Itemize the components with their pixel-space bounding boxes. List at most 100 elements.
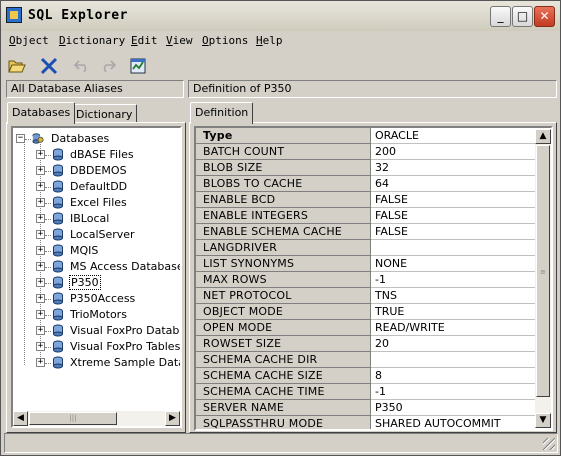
property-value[interactable]: 200 — [371, 144, 537, 160]
tree-item[interactable]: + Visual FoxPro Tables — [13, 339, 180, 355]
property-value[interactable]: READ/WRITE — [371, 320, 537, 336]
grid-row[interactable]: SCHEMA CACHE DIR — [196, 352, 537, 368]
property-value[interactable]: SHARED AUTOCOMMIT — [371, 416, 537, 429]
grid-row[interactable]: SCHEMA CACHE TIME -1 — [196, 384, 537, 400]
scroll-left-button[interactable]: ◀ — [13, 411, 28, 426]
tree-item[interactable]: + Excel Files — [13, 195, 180, 211]
grid-row[interactable]: BATCH COUNT 200 — [196, 144, 537, 160]
close-button[interactable]: ✕ — [534, 6, 555, 27]
grid-row[interactable]: ENABLE BCD FALSE — [196, 192, 537, 208]
tree-item[interactable]: + TrioMotors — [13, 307, 180, 323]
tree-item[interactable]: + MQIS — [13, 243, 180, 259]
database-tree[interactable]: − Databases + dBASE Files + DBDEMOS + Default… — [11, 126, 182, 428]
tree-item[interactable]: + Visual FoxPro Database — [13, 323, 180, 339]
expand-icon[interactable]: + — [36, 310, 45, 319]
collapse-icon[interactable]: − — [16, 134, 25, 143]
title-bar[interactable]: SQL Explorer _ □ ✕ — [1, 1, 560, 31]
expand-icon[interactable]: + — [36, 198, 45, 207]
expand-icon[interactable]: + — [36, 230, 45, 239]
expand-icon[interactable]: + — [36, 294, 45, 303]
expand-icon[interactable]: + — [36, 166, 45, 175]
maximize-button[interactable]: □ — [512, 6, 533, 27]
expand-icon[interactable]: + — [36, 182, 45, 191]
property-value[interactable]: ORACLE — [371, 128, 537, 144]
grid-row[interactable]: LANGDRIVER — [196, 240, 537, 256]
resize-grip[interactable] — [543, 438, 555, 450]
property-value[interactable]: TNS — [371, 288, 537, 304]
property-value[interactable]: FALSE — [371, 208, 537, 224]
scroll-thumb[interactable]: ||| — [29, 412, 117, 425]
scroll-right-button[interactable]: ▶ — [165, 411, 180, 426]
property-value[interactable]: NONE — [371, 256, 537, 272]
tree-item[interactable]: + LocalServer — [13, 227, 180, 243]
tree-item[interactable]: + P350 — [13, 275, 180, 291]
grid-row[interactable]: ENABLE INTEGERS FALSE — [196, 208, 537, 224]
scroll-thumb[interactable]: ≡ — [536, 145, 550, 397]
tab-definition[interactable]: Definition — [190, 102, 254, 124]
scroll-up-button[interactable]: ▲ — [535, 129, 551, 144]
undo-button[interactable] — [71, 55, 93, 77]
grid-row[interactable]: BLOBS TO CACHE 64 — [196, 176, 537, 192]
expand-icon[interactable]: + — [36, 358, 45, 367]
grid-row[interactable]: OPEN MODE READ/WRITE — [196, 320, 537, 336]
grid-row[interactable]: SCHEMA CACHE SIZE 8 — [196, 368, 537, 384]
menu-view[interactable]: View — [166, 34, 193, 47]
property-value[interactable]: FALSE — [371, 224, 537, 240]
apply-button[interactable] — [127, 55, 149, 77]
expand-icon[interactable]: + — [36, 262, 45, 271]
tab-databases[interactable]: Databases — [7, 102, 76, 124]
property-value[interactable]: -1 — [371, 384, 537, 400]
grid-row[interactable]: LIST SYNONYMS NONE — [196, 256, 537, 272]
grid-row[interactable]: BLOB SIZE 32 — [196, 160, 537, 176]
property-value[interactable] — [371, 240, 537, 256]
tab-dictionary[interactable]: Dictionary — [71, 104, 138, 124]
property-name: Type — [196, 128, 371, 144]
tree-horizontal-scrollbar[interactable]: ◀ ||| ▶ — [13, 411, 180, 426]
grid-row[interactable]: Type ORACLE — [196, 128, 537, 144]
expand-icon[interactable]: + — [36, 150, 45, 159]
menu-options[interactable]: Options — [202, 34, 248, 47]
tree-item-label: IBLocal — [70, 212, 110, 225]
grid-row[interactable]: NET PROTOCOL TNS — [196, 288, 537, 304]
tree-item[interactable]: + IBLocal — [13, 211, 180, 227]
menu-edit[interactable]: Edit — [131, 34, 158, 47]
property-value[interactable]: TRUE — [371, 304, 537, 320]
property-value[interactable]: 20 — [371, 336, 537, 352]
definition-grid[interactable]: Type ORACLE BATCH COUNT 200 BLOB SIZE 32 BLOBS… — [194, 126, 553, 431]
grid-row[interactable]: ROWSET SIZE 20 — [196, 336, 537, 352]
tree-item[interactable]: + DefaultDD — [13, 179, 180, 195]
tree-item[interactable]: + P350Access — [13, 291, 180, 307]
property-value[interactable]: FALSE — [371, 192, 537, 208]
grid-row[interactable]: ENABLE SCHEMA CACHE FALSE — [196, 224, 537, 240]
expand-icon[interactable]: + — [36, 342, 45, 351]
expand-icon[interactable]: + — [36, 214, 45, 223]
grid-row[interactable]: SQLPASSTHRU MODE SHARED AUTOCOMMIT — [196, 416, 537, 429]
property-value[interactable]: P350 — [371, 400, 537, 416]
redo-button[interactable] — [97, 55, 119, 77]
tree-item[interactable]: + DBDEMOS — [13, 163, 180, 179]
property-value[interactable]: 64 — [371, 176, 537, 192]
menu-dictionary[interactable]: Dictionary — [59, 34, 125, 47]
menu-help[interactable]: Help — [256, 34, 283, 47]
tree-item[interactable]: + Xtreme Sample Database — [13, 355, 180, 371]
grid-vertical-scrollbar[interactable]: ▲ ≡ ▼ — [535, 129, 551, 428]
tree-item[interactable]: + dBASE Files — [13, 147, 180, 163]
delete-button[interactable] — [38, 55, 60, 77]
grid-row[interactable]: SERVER NAME P350 — [196, 400, 537, 416]
property-value[interactable]: 8 — [371, 368, 537, 384]
tree-item-label: DefaultDD — [70, 180, 128, 193]
expand-icon[interactable]: + — [36, 278, 45, 287]
expand-icon[interactable]: + — [36, 246, 45, 255]
grid-row[interactable]: OBJECT MODE TRUE — [196, 304, 537, 320]
property-value[interactable]: 32 — [371, 160, 537, 176]
scroll-down-button[interactable]: ▼ — [535, 413, 551, 428]
open-button[interactable] — [6, 55, 28, 77]
property-value[interactable]: -1 — [371, 272, 537, 288]
tree-root[interactable]: − Databases — [13, 131, 180, 147]
grid-row[interactable]: MAX ROWS -1 — [196, 272, 537, 288]
menu-object[interactable]: Object — [9, 34, 49, 47]
property-value[interactable] — [371, 352, 537, 368]
minimize-button[interactable]: _ — [490, 6, 511, 27]
tree-item[interactable]: + MS Access Database — [13, 259, 180, 275]
expand-icon[interactable]: + — [36, 326, 45, 335]
